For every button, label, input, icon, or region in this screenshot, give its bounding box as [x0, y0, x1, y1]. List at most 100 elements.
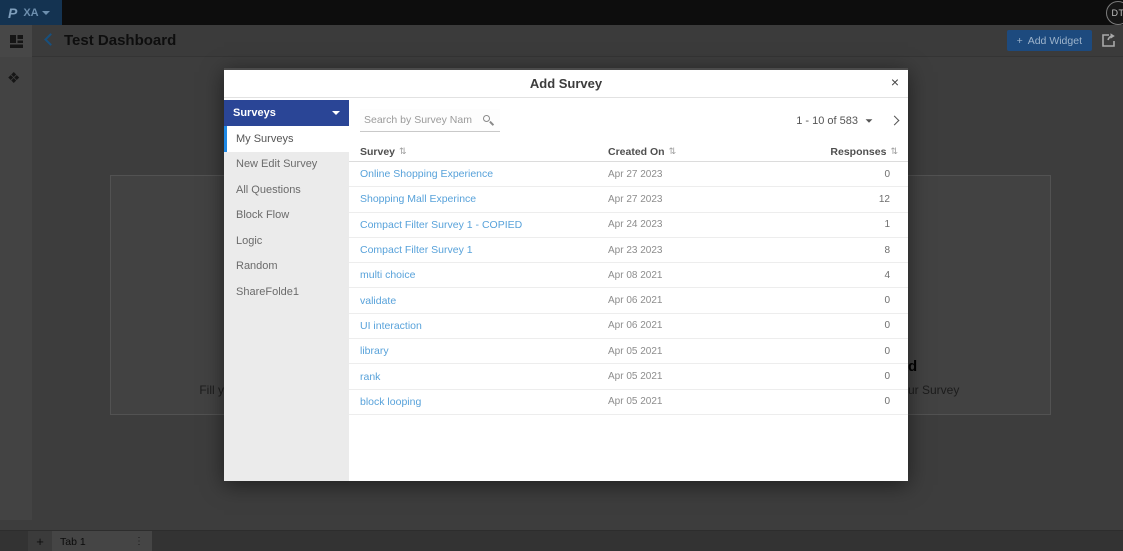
survey-name-link[interactable]: rank: [360, 371, 608, 383]
dashboard-grid-button[interactable]: [0, 25, 32, 57]
responses-cell: 0: [884, 320, 890, 332]
empty-state-heading-fragment: d: [908, 358, 918, 375]
responses-cell: 4: [884, 269, 890, 281]
survey-name-link[interactable]: Compact Filter Survey 1: [360, 244, 608, 256]
table-row: library Apr 05 2021 0: [349, 339, 908, 365]
sidebar-item-label: Logic: [236, 234, 263, 247]
survey-name-link[interactable]: Compact Filter Survey 1 - COPIED: [360, 219, 608, 231]
modal-content: 1 - 10 of 583 Survey ⇅ Created On ⇅: [349, 100, 908, 481]
brand-logo: P: [8, 4, 18, 21]
close-icon[interactable]: ×: [891, 75, 899, 89]
modal-sidebar-item-sharefolde1[interactable]: ShareFolde1: [224, 279, 349, 305]
sidebar-item-label: ShareFolde1: [236, 285, 299, 298]
product-label: XA: [23, 6, 39, 19]
column-label: Responses: [830, 145, 887, 158]
sidebar-item-label: My Surveys: [236, 132, 294, 145]
add-tab-button[interactable]: +: [28, 531, 52, 551]
responses-cell: 0: [884, 295, 890, 307]
table-row: validate Apr 06 2021 0: [349, 288, 908, 314]
created-on-cell: Apr 05 2021: [608, 371, 663, 383]
created-on-cell: Apr 27 2023: [608, 168, 663, 180]
sort-icon[interactable]: ⇅: [890, 146, 898, 157]
sidebar-item-label: New Edit Survey: [236, 158, 318, 171]
table-row: Compact Filter Survey 1 - COPIED Apr 24 …: [349, 213, 908, 238]
avatar-initials: DT: [1111, 8, 1123, 18]
table-body: Online Shopping Experience Apr 27 2023 0…: [349, 162, 908, 415]
created-on-cell: Apr 24 2023: [608, 219, 663, 231]
modal-sidebar-item-block-flow[interactable]: Block Flow: [224, 203, 349, 229]
brand-menu[interactable]: P XA: [0, 0, 62, 25]
modal-title: Add Survey: [529, 76, 603, 91]
column-header-responses[interactable]: Responses ⇅: [830, 146, 898, 158]
next-page-chevron-icon[interactable]: [889, 115, 900, 126]
modal-sidebar: Surveys My Surveys New Edit Survey All Q…: [224, 100, 349, 481]
created-on-cell: Apr 27 2023: [608, 193, 663, 205]
survey-name-link[interactable]: library: [360, 345, 608, 357]
table-row: Compact Filter Survey 1 Apr 23 2023 8: [349, 238, 908, 264]
responses-cell: 0: [884, 371, 890, 383]
avatar[interactable]: DT: [1106, 1, 1123, 25]
search-icon[interactable]: [482, 114, 495, 126]
pagination: 1 - 10 of 583: [796, 109, 900, 132]
created-on-cell: Apr 05 2021: [608, 396, 663, 408]
column-header-created-on[interactable]: Created On ⇅: [608, 146, 830, 158]
modal-sidebar-item-random[interactable]: Random: [224, 254, 349, 280]
add-widget-label: Add Widget: [1027, 34, 1082, 47]
back-chevron-icon[interactable]: [44, 33, 57, 46]
column-label: Created On: [608, 145, 665, 158]
responses-cell: 0: [884, 396, 890, 408]
pagination-range[interactable]: 1 - 10 of 583: [796, 115, 858, 127]
share-dashboard-button[interactable]: [1099, 31, 1117, 49]
surveys-dropdown[interactable]: Surveys: [224, 100, 349, 126]
modal-body: Surveys My Surveys New Edit Survey All Q…: [224, 100, 908, 481]
app-window: P XA DT Test Dashboard + Add Widget ❖ Fi…: [0, 0, 1123, 551]
dashboard-tab-strip: + Tab 1 ⋮: [0, 530, 1123, 551]
table-row: UI interaction Apr 06 2021 0: [349, 314, 908, 340]
table-row: Shopping Mall Experince Apr 27 2023 12: [349, 187, 908, 213]
add-survey-modal: Add Survey × Surveys My Surveys New Edit…: [224, 68, 908, 481]
sidebar-item-label: Random: [236, 260, 278, 273]
created-on-cell: Apr 06 2021: [608, 295, 663, 307]
column-header-survey[interactable]: Survey ⇅: [360, 146, 608, 158]
widgets-icon[interactable]: ❖: [7, 69, 20, 87]
modal-sidebar-item-new-edit-survey[interactable]: New Edit Survey: [224, 152, 349, 178]
tab-label: Tab 1: [60, 535, 86, 548]
created-on-cell: Apr 23 2023: [608, 244, 663, 256]
left-rail: ❖: [0, 57, 32, 520]
page-header: Test Dashboard + Add Widget: [0, 25, 1123, 57]
kebab-menu-icon[interactable]: ⋮: [134, 536, 144, 547]
grid-icon: [9, 34, 23, 48]
page-title: Test Dashboard: [64, 32, 177, 49]
responses-cell: 0: [884, 345, 890, 357]
search-icon-tail: [489, 121, 495, 126]
modal-sidebar-item-my-surveys[interactable]: My Surveys: [224, 126, 349, 152]
sort-icon[interactable]: ⇅: [399, 146, 407, 157]
empty-state-text-fragment-left: Fill y: [199, 383, 224, 397]
sidebar-item-label: Block Flow: [236, 209, 290, 222]
top-bar: P XA DT: [0, 0, 1123, 25]
survey-name-link[interactable]: validate: [360, 295, 608, 307]
created-on-cell: Apr 08 2021: [608, 269, 663, 281]
share-icon: [1102, 33, 1115, 47]
sort-icon[interactable]: ⇅: [669, 146, 677, 157]
created-on-cell: Apr 05 2021: [608, 345, 663, 357]
survey-name-link[interactable]: multi choice: [360, 269, 608, 281]
search-input[interactable]: [360, 109, 472, 131]
product-switcher[interactable]: XA: [23, 6, 50, 19]
surveys-table: Survey ⇅ Created On ⇅ Responses ⇅ Online…: [349, 142, 908, 415]
table-row: Online Shopping Experience Apr 27 2023 0: [349, 162, 908, 188]
modal-sidebar-item-logic[interactable]: Logic: [224, 228, 349, 254]
responses-cell: 0: [884, 168, 890, 180]
modal-sidebar-items: My Surveys New Edit Survey All Questions…: [224, 126, 349, 305]
survey-name-link[interactable]: Shopping Mall Experince: [360, 193, 608, 205]
survey-name-link[interactable]: Online Shopping Experience: [360, 168, 608, 180]
tab-tab1[interactable]: Tab 1 ⋮: [52, 531, 152, 551]
table-header-row: Survey ⇅ Created On ⇅ Responses ⇅: [349, 142, 908, 162]
created-on-cell: Apr 06 2021: [608, 320, 663, 332]
survey-name-link[interactable]: UI interaction: [360, 320, 608, 332]
survey-name-link[interactable]: block looping: [360, 396, 608, 408]
modal-sidebar-item-all-questions[interactable]: All Questions: [224, 177, 349, 203]
chevron-down-icon[interactable]: [865, 118, 873, 123]
add-widget-button[interactable]: + Add Widget: [1006, 30, 1092, 51]
chevron-down-icon: [332, 111, 340, 115]
